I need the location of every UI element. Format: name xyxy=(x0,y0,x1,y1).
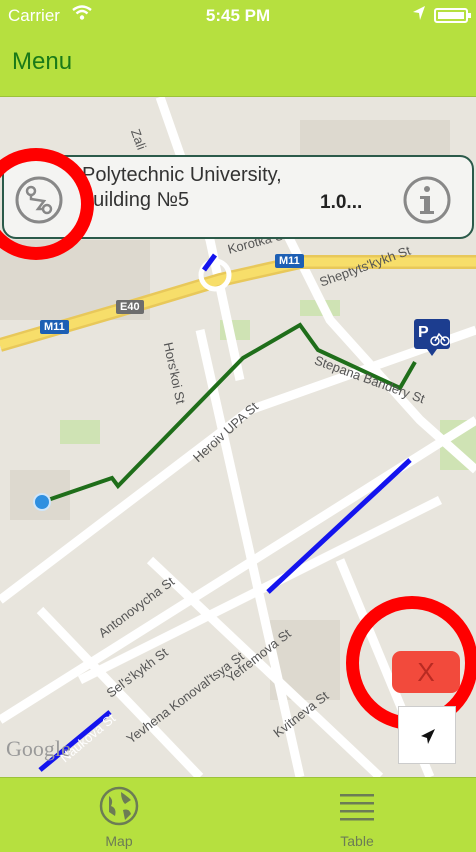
bike-parking-marker[interactable]: P xyxy=(412,317,452,357)
distance-value: 1.0... xyxy=(320,192,363,213)
location-arrow-icon xyxy=(412,5,426,26)
route-card[interactable]: Polytechnic University, building №5 1.0.… xyxy=(2,155,474,239)
globe-icon xyxy=(99,786,139,826)
clock: 5:45 PM xyxy=(205,6,271,25)
locate-button[interactable] xyxy=(398,706,456,764)
bike-parking-icon: P xyxy=(414,319,450,356)
svg-text:P: P xyxy=(418,324,429,341)
navigation-arrow-icon xyxy=(421,729,435,744)
highway-shield: M11 xyxy=(40,320,69,334)
tab-label: Table xyxy=(340,833,374,849)
tab-label: Map xyxy=(105,833,133,849)
google-attribution: Google xyxy=(6,736,71,761)
destination-name: Polytechnic University, building №5 xyxy=(82,164,282,211)
menu-button[interactable]: Menu xyxy=(12,48,72,76)
list-icon xyxy=(340,794,374,821)
battery-icon xyxy=(434,8,471,23)
tab-map[interactable]: Map xyxy=(0,778,238,852)
nav-bar: Menu xyxy=(0,32,476,97)
route-icon[interactable] xyxy=(14,175,64,225)
tab-bar: Map Table xyxy=(0,777,476,852)
highway-shield: M11 xyxy=(275,254,304,268)
info-icon[interactable] xyxy=(402,175,452,225)
tab-table[interactable]: Table xyxy=(238,778,476,852)
highway-shield: E40 xyxy=(116,300,144,314)
status-bar: Carrier 5:45 PM xyxy=(0,0,476,32)
close-route-button[interactable]: X xyxy=(392,651,460,693)
